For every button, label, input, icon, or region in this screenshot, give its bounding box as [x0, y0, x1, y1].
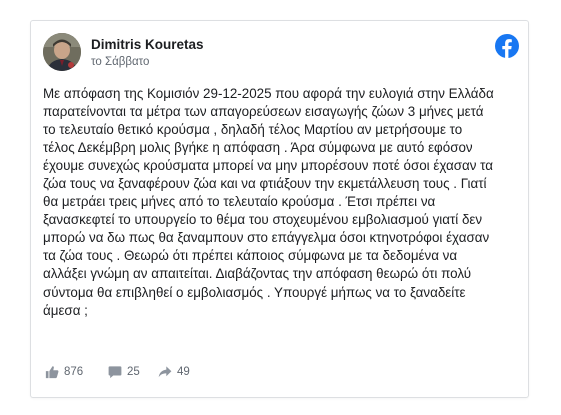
share-arrow-icon	[158, 366, 172, 378]
post-timestamp[interactable]: το Σάββατο	[91, 56, 149, 68]
shares-count[interactable]: 49	[158, 364, 190, 380]
comment-icon	[108, 366, 122, 379]
thumbs-up-icon	[45, 366, 59, 379]
shares-count-value: 49	[177, 366, 190, 378]
avatar[interactable]	[43, 33, 81, 71]
post-engagement-bar: 876 25 49	[31, 360, 528, 382]
comments-count-value: 25	[127, 366, 140, 378]
facebook-logo-icon[interactable]	[495, 34, 519, 58]
post-body-text: Με απόφαση της Κομισιόν 29-12-2025 που α…	[43, 86, 494, 318]
author-name[interactable]: Dimitris Kouretas	[91, 37, 204, 52]
likes-count[interactable]: 876	[45, 364, 83, 380]
comments-count[interactable]: 25	[108, 364, 140, 380]
post-card: Dimitris Kouretas το Σάββατο Με απόφαση …	[30, 20, 529, 398]
avatar-photo	[43, 33, 81, 71]
likes-count-value: 876	[64, 366, 84, 378]
